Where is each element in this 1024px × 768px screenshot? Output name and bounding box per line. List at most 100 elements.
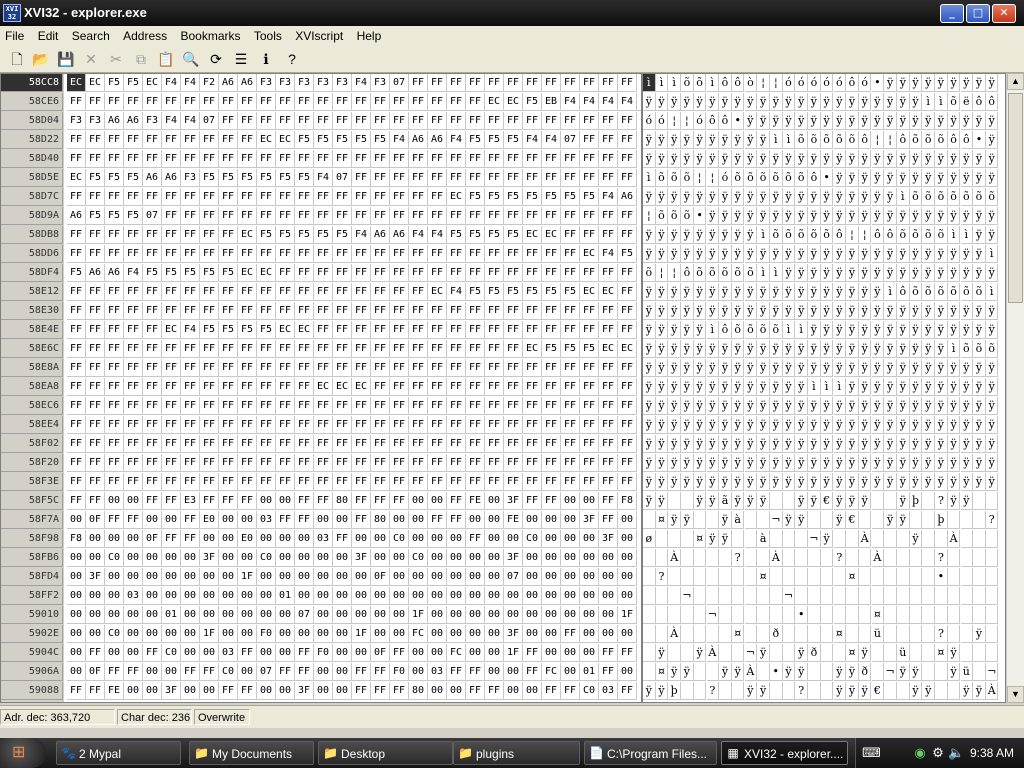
hex-byte[interactable]: 00 xyxy=(238,587,257,605)
text-char[interactable]: ÿ xyxy=(947,378,961,396)
text-char[interactable] xyxy=(655,587,669,605)
text-char[interactable]: ÿ xyxy=(846,473,859,491)
hex-byte[interactable]: C0 xyxy=(162,644,181,662)
text-char[interactable]: ÿ xyxy=(884,321,897,339)
hex-byte[interactable]: F8 xyxy=(67,530,86,548)
text-char[interactable]: ÿ xyxy=(846,207,859,225)
text-char[interactable]: ÿ xyxy=(744,131,758,149)
hex-byte[interactable]: FF xyxy=(428,264,447,282)
hex-byte[interactable]: FF xyxy=(352,454,371,472)
hex-byte[interactable]: FF xyxy=(276,188,295,206)
hex-byte[interactable]: 80 xyxy=(409,682,428,700)
text-char[interactable] xyxy=(846,606,859,624)
text-char[interactable] xyxy=(973,606,986,624)
text-char[interactable]: õ xyxy=(757,169,770,187)
text-char[interactable]: ÿ xyxy=(782,454,796,472)
hex-byte[interactable]: FF xyxy=(504,340,523,358)
hex-byte[interactable]: FF xyxy=(409,435,428,453)
text-char[interactable]: À xyxy=(706,644,720,662)
hex-byte[interactable]: 3F xyxy=(599,530,618,548)
hex-byte[interactable]: 00 xyxy=(314,606,333,624)
text-char[interactable] xyxy=(719,625,732,643)
hex-byte[interactable]: 00 xyxy=(447,530,466,548)
hex-byte[interactable]: FF xyxy=(200,131,219,149)
hex-byte[interactable]: FF xyxy=(618,644,637,662)
hex-byte[interactable]: EB xyxy=(542,93,561,111)
text-char[interactable]: ÿ xyxy=(757,435,770,453)
text-char[interactable]: ÿ xyxy=(643,682,656,700)
hex-byte[interactable]: FF xyxy=(276,473,295,491)
text-char[interactable]: ÿ xyxy=(897,74,910,92)
hex-byte[interactable]: FF xyxy=(409,245,428,263)
text-char[interactable]: õ xyxy=(909,226,923,244)
text-char[interactable]: ÿ xyxy=(731,150,745,168)
hex-byte[interactable]: FF xyxy=(143,93,162,111)
text-char[interactable]: ÿ xyxy=(668,473,681,491)
hex-byte[interactable]: FF xyxy=(599,454,618,472)
text-char[interactable]: ÿ xyxy=(820,150,834,168)
hex-byte[interactable]: 00 xyxy=(295,549,314,567)
hex-byte[interactable]: FF xyxy=(276,150,295,168)
text-char[interactable]: ÿ xyxy=(833,397,847,415)
hex-byte[interactable]: F3 xyxy=(295,74,314,92)
text-char[interactable]: ÿ xyxy=(706,530,720,548)
hex-byte[interactable]: FF xyxy=(314,473,333,491)
text-char[interactable] xyxy=(719,606,732,624)
text-char[interactable]: õ xyxy=(681,169,694,187)
hex-byte[interactable]: FF xyxy=(371,663,390,681)
hex-byte[interactable]: FF xyxy=(580,454,599,472)
hex-byte[interactable]: 00 xyxy=(618,663,637,681)
text-char[interactable]: õ xyxy=(985,188,999,206)
text-char[interactable] xyxy=(681,549,694,567)
hex-byte[interactable]: F5 xyxy=(238,169,257,187)
hex-byte[interactable]: F5 xyxy=(542,188,561,206)
text-char[interactable]: ¦ xyxy=(884,131,897,149)
text-char[interactable]: ÿ xyxy=(770,473,783,491)
hex-byte[interactable]: FC xyxy=(447,644,466,662)
hex-byte[interactable]: FF xyxy=(542,321,561,339)
text-char[interactable]: ÿ xyxy=(909,378,923,396)
hex-byte[interactable]: EC xyxy=(504,93,523,111)
text-char[interactable] xyxy=(909,549,923,567)
hex-byte[interactable]: FF xyxy=(219,226,238,244)
text-char[interactable]: ÿ xyxy=(922,321,935,339)
hex-byte[interactable]: FF xyxy=(428,321,447,339)
text-char[interactable]: ÿ xyxy=(846,663,859,681)
hex-byte[interactable]: 1F xyxy=(200,625,219,643)
text-char[interactable]: ÿ xyxy=(858,435,872,453)
text-char[interactable]: ÿ xyxy=(706,492,720,510)
hex-byte[interactable]: FF xyxy=(124,397,143,415)
hex-byte[interactable]: 00 xyxy=(333,549,352,567)
text-char[interactable]: ÿ xyxy=(858,454,872,472)
text-char[interactable]: ì xyxy=(668,74,681,92)
hex-byte[interactable]: F3 xyxy=(257,74,276,92)
text-char[interactable]: ÿ xyxy=(706,150,720,168)
hex-byte[interactable]: FF xyxy=(314,302,333,320)
hex-byte[interactable]: FF xyxy=(238,492,257,510)
hex-byte[interactable]: FF xyxy=(618,226,637,244)
text-char[interactable]: ÿ xyxy=(795,397,808,415)
text-char[interactable]: ÿ xyxy=(681,188,694,206)
hex-byte[interactable]: 00 xyxy=(561,568,580,586)
text-char[interactable] xyxy=(744,587,758,605)
text-char[interactable]: ÿ xyxy=(922,112,935,130)
text-char[interactable] xyxy=(973,511,986,529)
hex-byte[interactable]: F5 xyxy=(561,340,580,358)
hex-byte[interactable]: FF xyxy=(257,245,276,263)
hex-byte[interactable]: FF xyxy=(219,150,238,168)
hex-byte[interactable]: 00 xyxy=(352,587,371,605)
cut-icon[interactable]: ✂ xyxy=(107,50,125,68)
hex-byte[interactable]: EC xyxy=(257,264,276,282)
hex-byte[interactable]: FF xyxy=(561,264,580,282)
text-char[interactable]: ÿ xyxy=(960,682,974,700)
text-char[interactable] xyxy=(757,511,770,529)
hex-byte[interactable]: 3F xyxy=(295,682,314,700)
text-char[interactable]: ÿ xyxy=(770,454,783,472)
hex-byte[interactable]: FF xyxy=(580,378,599,396)
text-char[interactable] xyxy=(706,568,720,586)
text-char[interactable] xyxy=(693,625,707,643)
hex-byte[interactable]: FF xyxy=(466,530,485,548)
text-char[interactable]: ÿ xyxy=(833,473,847,491)
text-char[interactable]: ÿ xyxy=(973,169,986,187)
text-char[interactable]: ÿ xyxy=(960,245,974,263)
